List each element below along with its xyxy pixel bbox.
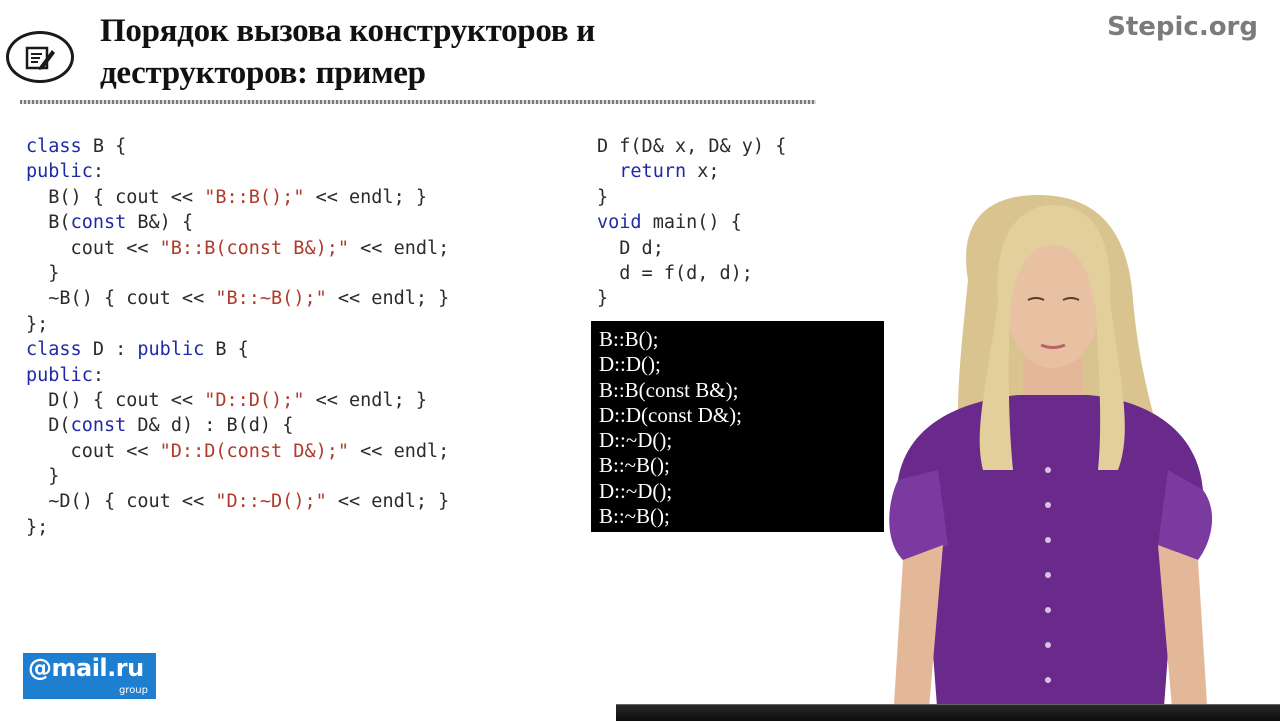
- code-keyword: return: [619, 161, 687, 183]
- code-text: B&) {: [126, 212, 194, 234]
- code-keyword: class: [26, 339, 82, 361]
- console-line: D::~D();: [599, 428, 673, 453]
- code-text: cout <<: [26, 440, 160, 462]
- code-text: main() {: [641, 212, 742, 234]
- console-line: D::~D();: [599, 478, 673, 503]
- code-left-line: };: [26, 515, 449, 540]
- code-left-line: };: [26, 312, 449, 337]
- code-text: D f(D& x, D& y) {: [597, 136, 787, 157]
- code-text: D d;: [597, 237, 664, 259]
- code-text: };: [26, 516, 49, 538]
- logo-sub-text: group: [118, 685, 148, 696]
- code-left-line: D(const D& d) : B(d) {: [26, 413, 449, 438]
- console-line: B::~B();: [599, 504, 670, 529]
- code-left-line: B() { cout << "B::B();" << endl; }: [26, 185, 449, 210]
- desk-keyboard-edge: [616, 704, 1280, 721]
- code-text: << endl; }: [304, 186, 427, 208]
- code-text: }: [597, 186, 609, 208]
- code-text: };: [26, 313, 49, 335]
- code-left-line: D() { cout << "D::D();" << endl; }: [26, 388, 449, 413]
- code-text: D() { cout <<: [26, 389, 205, 411]
- code-text: x;: [686, 161, 720, 183]
- code-left-line: cout << "D::D(const D&);" << endl;: [26, 439, 450, 464]
- code-text: D :: [81, 339, 138, 361]
- code-right-line: d = f(d, d);: [597, 261, 786, 286]
- code-keyword: public: [137, 339, 205, 361]
- console-line: B::B(const B&);: [599, 377, 739, 402]
- code-text: << endl; }: [304, 389, 427, 411]
- code-string: "D::D(const D&);": [159, 440, 350, 462]
- code-text: ~B() { cout <<: [26, 288, 216, 310]
- title-divider: [20, 100, 816, 104]
- code-right-line: D f(D& x, D& y) {: [597, 134, 786, 159]
- console-line: B::~B();: [599, 453, 670, 478]
- code-text: << endl;: [349, 237, 450, 259]
- code-keyword: public: [26, 364, 93, 386]
- code-left-line: B(const B&) {: [26, 210, 449, 235]
- code-right-line: D d;: [597, 236, 786, 261]
- code-string: "B::B(const B&);": [159, 237, 350, 259]
- code-string: "B::~B();": [215, 288, 327, 310]
- code-text: B {: [81, 136, 127, 157]
- logo-main-text: @mail.ru: [28, 654, 144, 682]
- code-string: "D::~D();": [215, 491, 327, 513]
- code-left-line: ~B() { cout << "B::~B();" << endl; }: [26, 286, 449, 311]
- code-block-classes: class B {public: B() { cout << "B::B();"…: [26, 134, 449, 540]
- code-text: }: [26, 262, 60, 284]
- code-left-line: }: [26, 464, 449, 489]
- code-text: << endl;: [349, 440, 450, 462]
- code-keyword: public: [26, 161, 93, 183]
- code-text: :: [92, 364, 104, 386]
- code-keyword: const: [70, 415, 127, 437]
- console-line: D::D();: [599, 352, 661, 377]
- code-left-line: cout << "B::B(const B&);" << endl;: [26, 236, 450, 261]
- code-text: B {: [204, 339, 249, 361]
- code-right-line: }: [597, 286, 786, 311]
- code-left-line: public:: [26, 363, 449, 388]
- code-left-line: class D : public B {: [26, 337, 449, 362]
- mail-ru-group-logo: @mail.ru group: [23, 653, 156, 699]
- code-text: cout <<: [26, 237, 160, 259]
- presenter-photo: [858, 0, 1280, 720]
- code-right-line: void main() {: [597, 210, 786, 235]
- code-right-line: return x;: [597, 159, 786, 184]
- code-text: d = f(d, d);: [597, 262, 753, 284]
- code-keyword: const: [70, 212, 127, 234]
- code-block-main: D f(D& x, D& y) { return x;} void main() …: [597, 134, 786, 312]
- code-keyword: void: [597, 212, 642, 234]
- code-text: ~D() { cout <<: [26, 491, 216, 513]
- console-line: B::B();: [599, 327, 659, 351]
- code-left-line: ~D() { cout << "D::~D();" << endl; }: [26, 489, 449, 514]
- code-string: "B::B();": [204, 186, 305, 208]
- code-text: B(: [26, 212, 71, 234]
- code-left-line: class B {: [26, 134, 449, 159]
- slide-title-line-2: деструкторов: пример: [100, 55, 426, 91]
- code-text: B() { cout <<: [26, 186, 205, 208]
- code-text: D(: [26, 415, 71, 437]
- code-text: << endl; }: [326, 491, 450, 513]
- code-string: "D::D();": [204, 389, 305, 411]
- code-text: }: [26, 466, 60, 488]
- slide-title-line-1: Порядок вызова конструкторов и: [100, 13, 595, 49]
- code-right-line: }: [597, 185, 786, 210]
- slide-title: Порядок вызова конструкторов и деструкто…: [100, 10, 820, 94]
- code-keyword: class: [26, 136, 82, 157]
- console-output: B::B(); D::D(); B::B(const B&); D::D(const …: [591, 321, 884, 532]
- code-text: :: [92, 161, 104, 183]
- code-text: D& d) : B(d) {: [126, 415, 294, 437]
- code-text: }: [597, 288, 609, 310]
- code-left-line: public:: [26, 159, 449, 184]
- console-line: D::D(const D&);: [599, 402, 742, 427]
- code-left-line: }: [26, 261, 449, 286]
- code-text: << endl; }: [326, 288, 450, 310]
- notepad-pencil-icon: [6, 31, 74, 83]
